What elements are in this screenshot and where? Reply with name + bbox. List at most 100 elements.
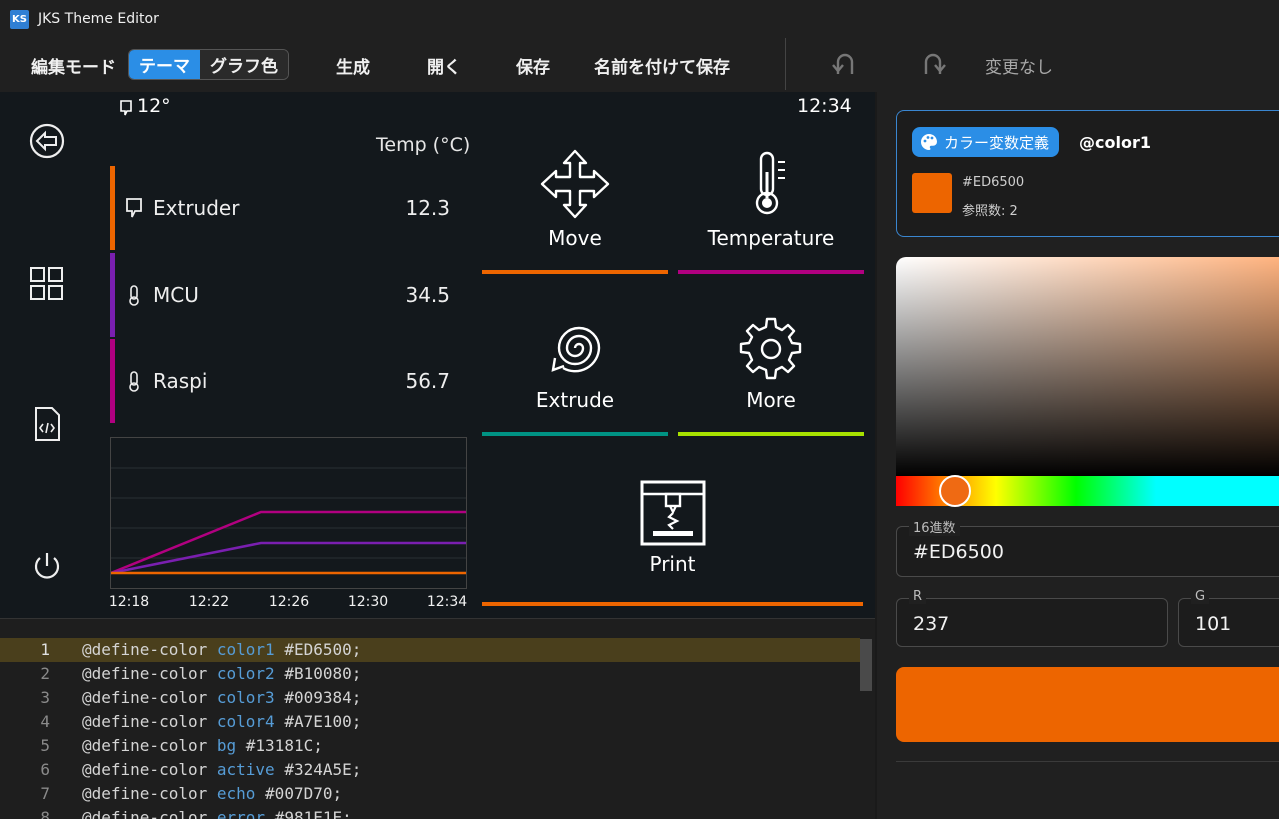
button-underline xyxy=(678,270,864,274)
button-label: Extrude xyxy=(535,388,615,412)
graph-tick: 12:18 xyxy=(108,594,150,610)
spiral-icon xyxy=(551,326,601,373)
code-text: @define-color bg #13181C; xyxy=(82,736,323,755)
sensor-color-bar xyxy=(110,166,115,250)
toolbar-divider xyxy=(785,38,786,90)
line-number: 2 xyxy=(40,664,50,683)
grid-icon[interactable] xyxy=(28,265,66,303)
sensor-row-raspi[interactable]: Raspi 56.7 xyxy=(110,339,468,423)
button-label: Move xyxy=(548,226,602,250)
red-field[interactable]: R 237 xyxy=(896,589,1168,647)
inspector-divider xyxy=(896,761,1279,762)
red-field-label: R xyxy=(909,589,927,604)
sensor-row-mcu[interactable]: MCU 34.5 xyxy=(110,253,468,337)
code-line[interactable]: 6 @define-color active #324A5E; xyxy=(0,758,860,782)
bed-temperature: 12° xyxy=(137,95,171,117)
line-number: 1 xyxy=(40,640,50,659)
sensor-name: Raspi xyxy=(153,369,208,393)
sensor-color-bar xyxy=(110,253,115,337)
temperature-button[interactable]: Temperature xyxy=(678,142,864,276)
line-number: 6 xyxy=(40,760,50,779)
print-button[interactable]: Print xyxy=(482,477,863,608)
printer-3d-icon xyxy=(640,480,705,546)
undo-icon[interactable] xyxy=(830,50,860,80)
saturation-value-picker[interactable] xyxy=(896,257,1279,476)
graph-canvas xyxy=(110,467,466,575)
hue-slider-thumb[interactable] xyxy=(939,475,971,507)
generate-button[interactable]: 生成 xyxy=(336,38,370,92)
save-as-button[interactable]: 名前を付けて保存 xyxy=(594,38,730,92)
power-icon[interactable] xyxy=(28,547,66,585)
gear-icon xyxy=(739,317,802,380)
code-text: @define-color color2 #B10080; xyxy=(82,664,362,683)
color-inspector: カラー変数定義 @color1 #ED6500 参照数: 2 16進数 #ED6… xyxy=(877,92,1279,819)
thermometer-icon xyxy=(755,151,785,215)
variable-hex: #ED6500 xyxy=(962,175,1025,190)
code-text: @define-color active #324A5E; xyxy=(82,760,362,779)
editor-scrollbar[interactable] xyxy=(860,639,872,691)
color-preview-bar xyxy=(896,667,1279,742)
code-text: @define-color echo #007D70; xyxy=(82,784,343,803)
move-button[interactable]: Move xyxy=(482,142,668,276)
sensor-name: Extruder xyxy=(153,196,240,220)
title-bar: KS JKS Theme Editor xyxy=(0,0,1279,38)
bed-icon xyxy=(120,100,132,116)
button-label: Temperature xyxy=(707,226,835,250)
palette-icon xyxy=(921,134,937,150)
line-number: 8 xyxy=(40,808,50,819)
button-underline xyxy=(482,270,668,274)
green-field-value[interactable]: 101 xyxy=(1195,613,1231,635)
sensor-value: 34.5 xyxy=(405,283,450,307)
code-line[interactable]: 2 @define-color color2 #B10080; xyxy=(0,662,860,686)
sensor-value: 12.3 xyxy=(405,196,450,220)
code-line[interactable]: 3 @define-color color3 #009384; xyxy=(0,686,860,710)
code-text: @define-color color4 #A7E100; xyxy=(82,712,362,731)
variable-name: @color1 xyxy=(1079,133,1151,152)
button-label: Print xyxy=(649,552,696,576)
hex-field[interactable]: 16進数 #ED6500 xyxy=(896,517,1279,577)
temperature-graph xyxy=(110,437,467,589)
code-line[interactable]: 8 @define-color error #981E1E; xyxy=(0,806,860,819)
code-text: @define-color color1 #ED6500; xyxy=(82,640,362,659)
redo-icon[interactable] xyxy=(918,50,948,80)
green-field-label: G xyxy=(1191,589,1210,604)
open-button[interactable]: 開く xyxy=(427,38,461,92)
code-line[interactable]: 1 @define-color color1 #ED6500; xyxy=(0,638,860,662)
edit-mode-toggle: テーマ グラフ色 xyxy=(128,49,289,80)
preview-sidebar xyxy=(0,92,95,618)
mode-graph-color-button[interactable]: グラフ色 xyxy=(200,50,288,79)
thermometer-icon xyxy=(129,285,139,306)
button-underline xyxy=(482,432,668,436)
sensor-name: MCU xyxy=(153,283,199,307)
back-icon[interactable] xyxy=(28,122,66,160)
color-swatch xyxy=(912,173,952,213)
move-arrows-icon xyxy=(540,149,610,219)
more-button[interactable]: More xyxy=(678,314,864,438)
sensor-row-extruder[interactable]: Extruder 12.3 xyxy=(110,166,468,250)
edit-mode-label: 編集モード xyxy=(31,57,116,78)
graph-tick: 12:30 xyxy=(347,594,389,610)
extrude-button[interactable]: Extrude xyxy=(482,314,668,438)
window-title: JKS Theme Editor xyxy=(38,11,159,27)
line-number: 4 xyxy=(40,712,50,731)
button-underline xyxy=(678,432,864,436)
mode-theme-button[interactable]: テーマ xyxy=(129,50,200,79)
red-field-value[interactable]: 237 xyxy=(913,613,949,635)
hex-field-value[interactable]: #ED6500 xyxy=(913,541,1004,563)
green-field[interactable]: G 101 xyxy=(1178,589,1279,647)
extruder-icon xyxy=(126,198,142,218)
graph-tick: 12:22 xyxy=(188,594,230,610)
code-editor[interactable]: 1 @define-color color1 #ED6500; 2 @defin… xyxy=(0,618,875,819)
button-label: More xyxy=(746,388,796,412)
code-line[interactable]: 7 @define-color echo #007D70; xyxy=(0,782,860,806)
sensor-value: 56.7 xyxy=(405,369,450,393)
reference-count: 参照数: 2 xyxy=(962,204,1018,219)
theme-preview: 12° 12:34 Temp (°C) Extruder 12.3 MCU 34… xyxy=(0,92,875,618)
code-line[interactable]: 5 @define-color bg #13181C; xyxy=(0,734,860,758)
hex-field-label: 16進数 xyxy=(909,517,960,536)
code-line[interactable]: 4 @define-color color4 #A7E100; xyxy=(0,710,860,734)
code-file-icon[interactable] xyxy=(28,405,66,443)
variable-type-badge: カラー変数定義 xyxy=(912,127,1060,157)
save-button[interactable]: 保存 xyxy=(516,38,550,92)
variable-card: カラー変数定義 @color1 #ED6500 参照数: 2 xyxy=(896,110,1279,237)
